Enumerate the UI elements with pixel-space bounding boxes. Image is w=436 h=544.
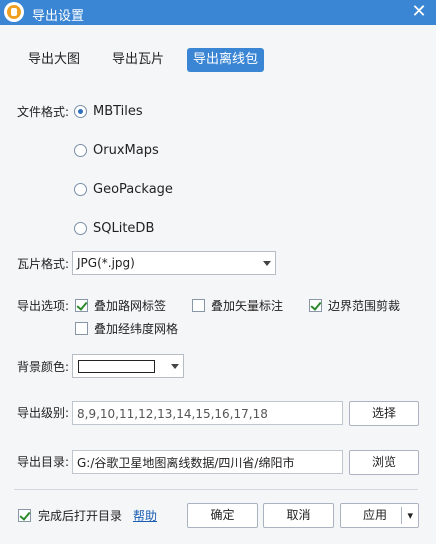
checkbox-road-labels[interactable] <box>75 299 88 312</box>
radio-mbtiles[interactable] <box>74 105 87 118</box>
radio-oruxmaps-label[interactable]: OruxMaps <box>93 143 159 159</box>
checkbox-vector-annotation[interactable] <box>192 299 205 312</box>
export-dir-label: 导出目录: <box>17 455 70 469</box>
checkbox-open-after-finish[interactable] <box>18 509 31 522</box>
apply-split-button[interactable]: 应用 ▾ <box>340 503 419 528</box>
tile-format-label: 瓦片格式: <box>17 257 70 271</box>
background-color-label: 背景颜色: <box>17 360 70 374</box>
radio-sqlitedb[interactable] <box>74 222 87 235</box>
tile-format-select[interactable]: JPG(*.jpg) <box>72 251 276 275</box>
export-dir-value: G:/谷歌卫星地图离线数据/四川省/绵阳市 <box>77 456 295 470</box>
export-levels-label: 导出级别: <box>17 406 70 420</box>
radio-oruxmaps[interactable] <box>74 144 87 157</box>
tab-export-tiles[interactable]: 导出瓦片 <box>106 48 170 72</box>
color-swatch <box>78 360 155 373</box>
close-icon[interactable]: ✕ <box>409 2 429 22</box>
chevron-down-icon <box>171 364 179 369</box>
footer-divider <box>14 489 418 490</box>
file-format-label: 文件格式: <box>17 105 70 119</box>
radio-sqlitedb-label[interactable]: SQLiteDB <box>93 221 154 237</box>
split-separator <box>401 507 402 524</box>
export-levels-field[interactable]: 8,9,10,11,12,13,14,15,16,17,18 <box>72 401 343 425</box>
ok-button[interactable]: 确定 <box>187 503 258 528</box>
tab-export-large-image[interactable]: 导出大图 <box>22 48 86 72</box>
radio-mbtiles-label[interactable]: MBTiles <box>93 104 143 120</box>
checkbox-boundary-clip-label[interactable]: 边界范围剪裁 <box>328 298 400 314</box>
export-dir-field[interactable]: G:/谷歌卫星地图离线数据/四川省/绵阳市 <box>72 450 343 474</box>
open-after-finish-label[interactable]: 完成后打开目录 <box>38 508 122 524</box>
app-logo-icon <box>4 2 24 22</box>
help-link[interactable]: 帮助 <box>133 508 157 524</box>
export-levels-value: 8,9,10,11,12,13,14,15,16,17,18 <box>77 407 268 421</box>
title-bar: 导出设置 ✕ <box>0 0 436 25</box>
apply-button-label[interactable]: 应用 <box>363 508 387 522</box>
radio-geopackage-label[interactable]: GeoPackage <box>93 182 173 198</box>
select-levels-button[interactable]: 选择 <box>349 401 419 426</box>
checkbox-road-labels-label[interactable]: 叠加路网标签 <box>94 298 166 314</box>
chevron-down-icon <box>263 261 271 266</box>
export-options-label: 导出选项: <box>17 299 70 313</box>
tab-export-offline-package[interactable]: 导出离线包 <box>187 48 265 72</box>
background-color-picker[interactable] <box>72 354 184 378</box>
checkbox-boundary-clip[interactable] <box>309 299 322 312</box>
cancel-button[interactable]: 取消 <box>263 503 334 528</box>
checkbox-vector-annotation-label[interactable]: 叠加矢量标注 <box>211 298 283 314</box>
dropdown-arrow-icon[interactable]: ▾ <box>407 507 413 524</box>
checkbox-latlng-grid[interactable] <box>75 322 88 335</box>
window-title: 导出设置 <box>32 9 85 24</box>
tile-format-value: JPG(*.jpg) <box>77 256 135 270</box>
radio-geopackage[interactable] <box>74 183 87 196</box>
browse-button[interactable]: 浏览 <box>349 450 419 475</box>
checkbox-latlng-grid-label[interactable]: 叠加经纬度网格 <box>94 321 178 337</box>
